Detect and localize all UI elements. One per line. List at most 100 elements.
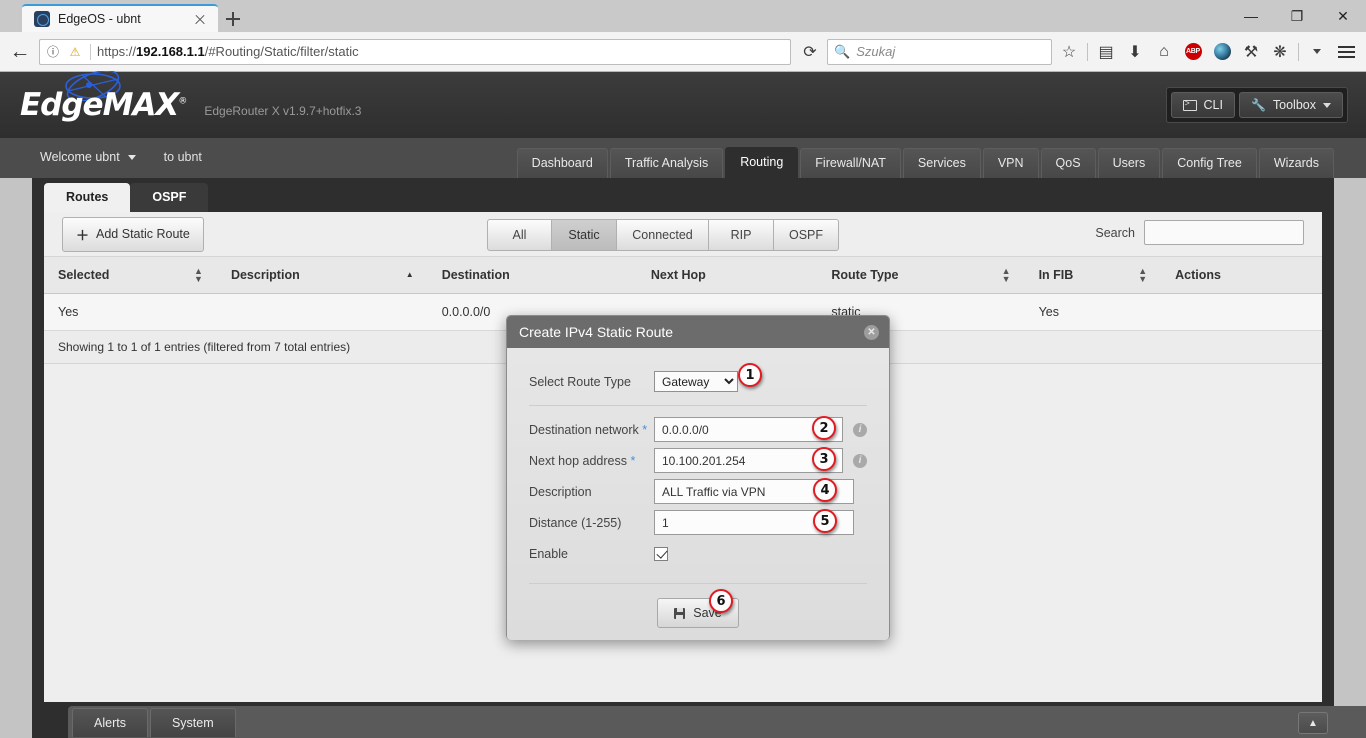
search-bar[interactable]: 🔍 Szukaj <box>827 38 1052 65</box>
table-search: Search <box>1095 220 1304 245</box>
column-label: In FIB <box>1038 268 1074 282</box>
search-input[interactable] <box>1144 220 1304 245</box>
downloads-icon[interactable]: ⬇ <box>1121 38 1149 66</box>
nav-tab-vpn[interactable]: VPN <box>982 148 1039 178</box>
cell-description <box>216 293 428 331</box>
distance-label: Distance (1-255) <box>529 515 622 530</box>
column-header-selected[interactable]: Selected ▲ ▼ <box>44 256 217 294</box>
column-header-next-hop[interactable]: Next Hop <box>636 256 818 294</box>
alerts-button[interactable]: Alerts <box>72 707 148 737</box>
flash-block-icon[interactable]: ❋ <box>1266 38 1294 66</box>
chevron-up-icon[interactable]: ▲ <box>1298 712 1328 734</box>
brand-text: EdgeMAX® <box>20 87 187 123</box>
column-header-route-type[interactable]: Route Type ▲ ▼ <box>817 256 1025 294</box>
column-header-in-fib[interactable]: In FIB ▲ ▼ <box>1024 256 1162 294</box>
description-label: Description <box>529 484 592 499</box>
nav-tab-services[interactable]: Services <box>902 148 981 178</box>
floppy-disk-icon <box>674 607 686 619</box>
sort-both-icon: ▲ ▼ <box>194 266 203 284</box>
plus-icon: ＋ <box>76 227 90 243</box>
reload-icon[interactable]: ⟳ <box>796 38 824 66</box>
insecure-lock-icon[interactable]: ⚠ <box>66 38 84 66</box>
ubiquiti-favicon <box>34 11 50 27</box>
main-navigation: Welcome ubnt to ubnt Dashboard Traffic An… <box>0 138 1366 178</box>
bookmark-star-icon[interactable]: ☆ <box>1055 38 1083 66</box>
column-header-description[interactable]: Description ▲ <box>216 256 428 294</box>
column-header-actions[interactable]: Actions <box>1161 256 1322 294</box>
window-controls: — ❐ ✕ <box>1228 0 1366 32</box>
info-icon[interactable]: i <box>853 422 867 437</box>
chevron-down-icon <box>127 154 136 160</box>
edgeos-app: EdgeMAX® EdgeRouter X v1.9.7+hotfix.3 CL… <box>0 71 1366 738</box>
hamburger-menu-icon[interactable] <box>1332 38 1360 66</box>
nav-tab-firewall-nat[interactable]: Firewall/NAT <box>800 148 901 178</box>
chevron-down-icon <box>1323 102 1331 108</box>
column-label: Actions <box>1175 268 1221 282</box>
close-icon[interactable] <box>192 11 208 27</box>
filter-button-rip[interactable]: RIP <box>709 219 774 251</box>
filter-button-all[interactable]: All <box>487 219 552 251</box>
column-label: Destination <box>441 268 510 282</box>
add-static-route-button[interactable]: ＋ Add Static Route <box>62 216 204 252</box>
modal-actions: Save <box>529 598 867 628</box>
route-type-row: Select Route Type GatewayInterfaceBlackh… <box>529 366 867 397</box>
table-header-row: Selected ▲ ▼ Description ▲ Destination Next Ho… <box>44 256 1322 294</box>
back-icon[interactable]: ← <box>6 38 34 66</box>
welcome-menu[interactable]: Welcome ubnt to ubnt <box>40 150 202 164</box>
ghostery-icon[interactable] <box>1208 38 1236 66</box>
nav-tab-qos[interactable]: QoS <box>1040 148 1096 178</box>
required-marker: * <box>630 453 636 468</box>
annotation-badge-3: 3 <box>812 447 836 471</box>
filter-button-connected[interactable]: Connected <box>617 219 709 251</box>
annotation-badge-6: 6 <box>709 589 733 613</box>
adblock-plus-icon[interactable]: ABP <box>1179 38 1207 66</box>
column-header-destination[interactable]: Destination <box>427 256 637 294</box>
sub-tab-ospf[interactable]: OSPF <box>130 183 209 212</box>
header-action-buttons: CLI 🔧 Toolbox <box>1165 87 1348 123</box>
page-info-icon[interactable]: ⓘ <box>44 38 62 66</box>
toolbox-button[interactable]: 🔧 Toolbox <box>1238 92 1343 118</box>
enable-checkbox[interactable] <box>654 546 668 561</box>
nav-tab-wizards[interactable]: Wizards <box>1258 148 1334 178</box>
url-bar[interactable]: ⓘ ⚠ https://192.168.1.1/#Routing/Static/… <box>39 38 791 66</box>
filter-button-ospf[interactable]: OSPF <box>774 219 839 251</box>
new-tab-button[interactable] <box>218 6 248 32</box>
cli-label: CLI <box>1203 98 1223 112</box>
overflow-chevron-icon[interactable] <box>1303 38 1331 66</box>
nav-tab-config-tree[interactable]: Config Tree <box>1162 148 1257 178</box>
route-filter-group: All Static Connected RIP OSPF <box>487 219 839 251</box>
system-button[interactable]: System <box>149 707 236 737</box>
tab-title: EdgeOS - ubnt <box>58 12 141 26</box>
browser-tab[interactable]: EdgeOS - ubnt <box>22 4 218 32</box>
terminal-icon <box>1182 98 1197 111</box>
required-marker: * <box>642 422 648 437</box>
nav-tab-traffic-analysis[interactable]: Traffic Analysis <box>609 148 724 178</box>
annotation-badge-1: 1 <box>738 363 762 387</box>
search-placeholder: Szukaj <box>856 44 896 59</box>
toolbar-divider-2 <box>1298 42 1299 61</box>
column-label: Next Hop <box>650 268 706 282</box>
home-icon[interactable]: ⌂ <box>1150 38 1178 66</box>
nav-tab-routing[interactable]: Routing <box>725 147 799 178</box>
url-text: https://192.168.1.1/#Routing/Static/filt… <box>97 44 359 59</box>
nav-tab-dashboard[interactable]: Dashboard <box>516 148 608 178</box>
info-icon[interactable]: i <box>853 453 867 468</box>
cli-button[interactable]: CLI <box>1170 92 1235 118</box>
nav-tab-users[interactable]: Users <box>1097 148 1161 178</box>
noscript-icon[interactable]: ⚒ <box>1237 38 1265 66</box>
sub-tab-list: Routes OSPF <box>32 178 1334 212</box>
maximize-icon[interactable]: ❐ <box>1274 0 1320 32</box>
wrench-icon: 🔧 <box>1250 98 1266 112</box>
bottom-status-bar: Alerts System ▲ <box>68 706 1366 738</box>
minimize-icon[interactable]: — <box>1228 0 1274 32</box>
create-static-route-modal: Create IPv4 Static Route ✕ Select Route … <box>506 315 890 640</box>
browser-navbar: ← ⓘ ⚠ https://192.168.1.1/#Routing/Stati… <box>0 32 1366 72</box>
add-static-route-label: Add Static Route <box>96 227 190 241</box>
close-window-icon[interactable]: ✕ <box>1320 0 1366 32</box>
library-icon[interactable]: ▤ <box>1092 38 1120 66</box>
filter-button-static[interactable]: Static <box>552 219 617 251</box>
close-icon[interactable]: ✕ <box>864 325 879 340</box>
nav-tab-list: Dashboard Traffic Analysis Routing Firewall… <box>516 147 1334 178</box>
route-type-select[interactable]: GatewayInterfaceBlackhole <box>654 371 738 392</box>
sub-tab-routes[interactable]: Routes <box>44 183 131 212</box>
